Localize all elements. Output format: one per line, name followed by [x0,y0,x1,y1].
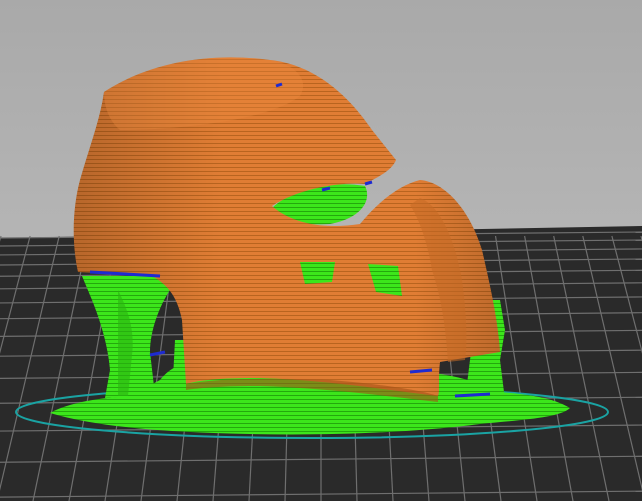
3d-preview-viewport[interactable] [0,0,642,501]
gcode-preview-canvas[interactable] [0,0,642,501]
